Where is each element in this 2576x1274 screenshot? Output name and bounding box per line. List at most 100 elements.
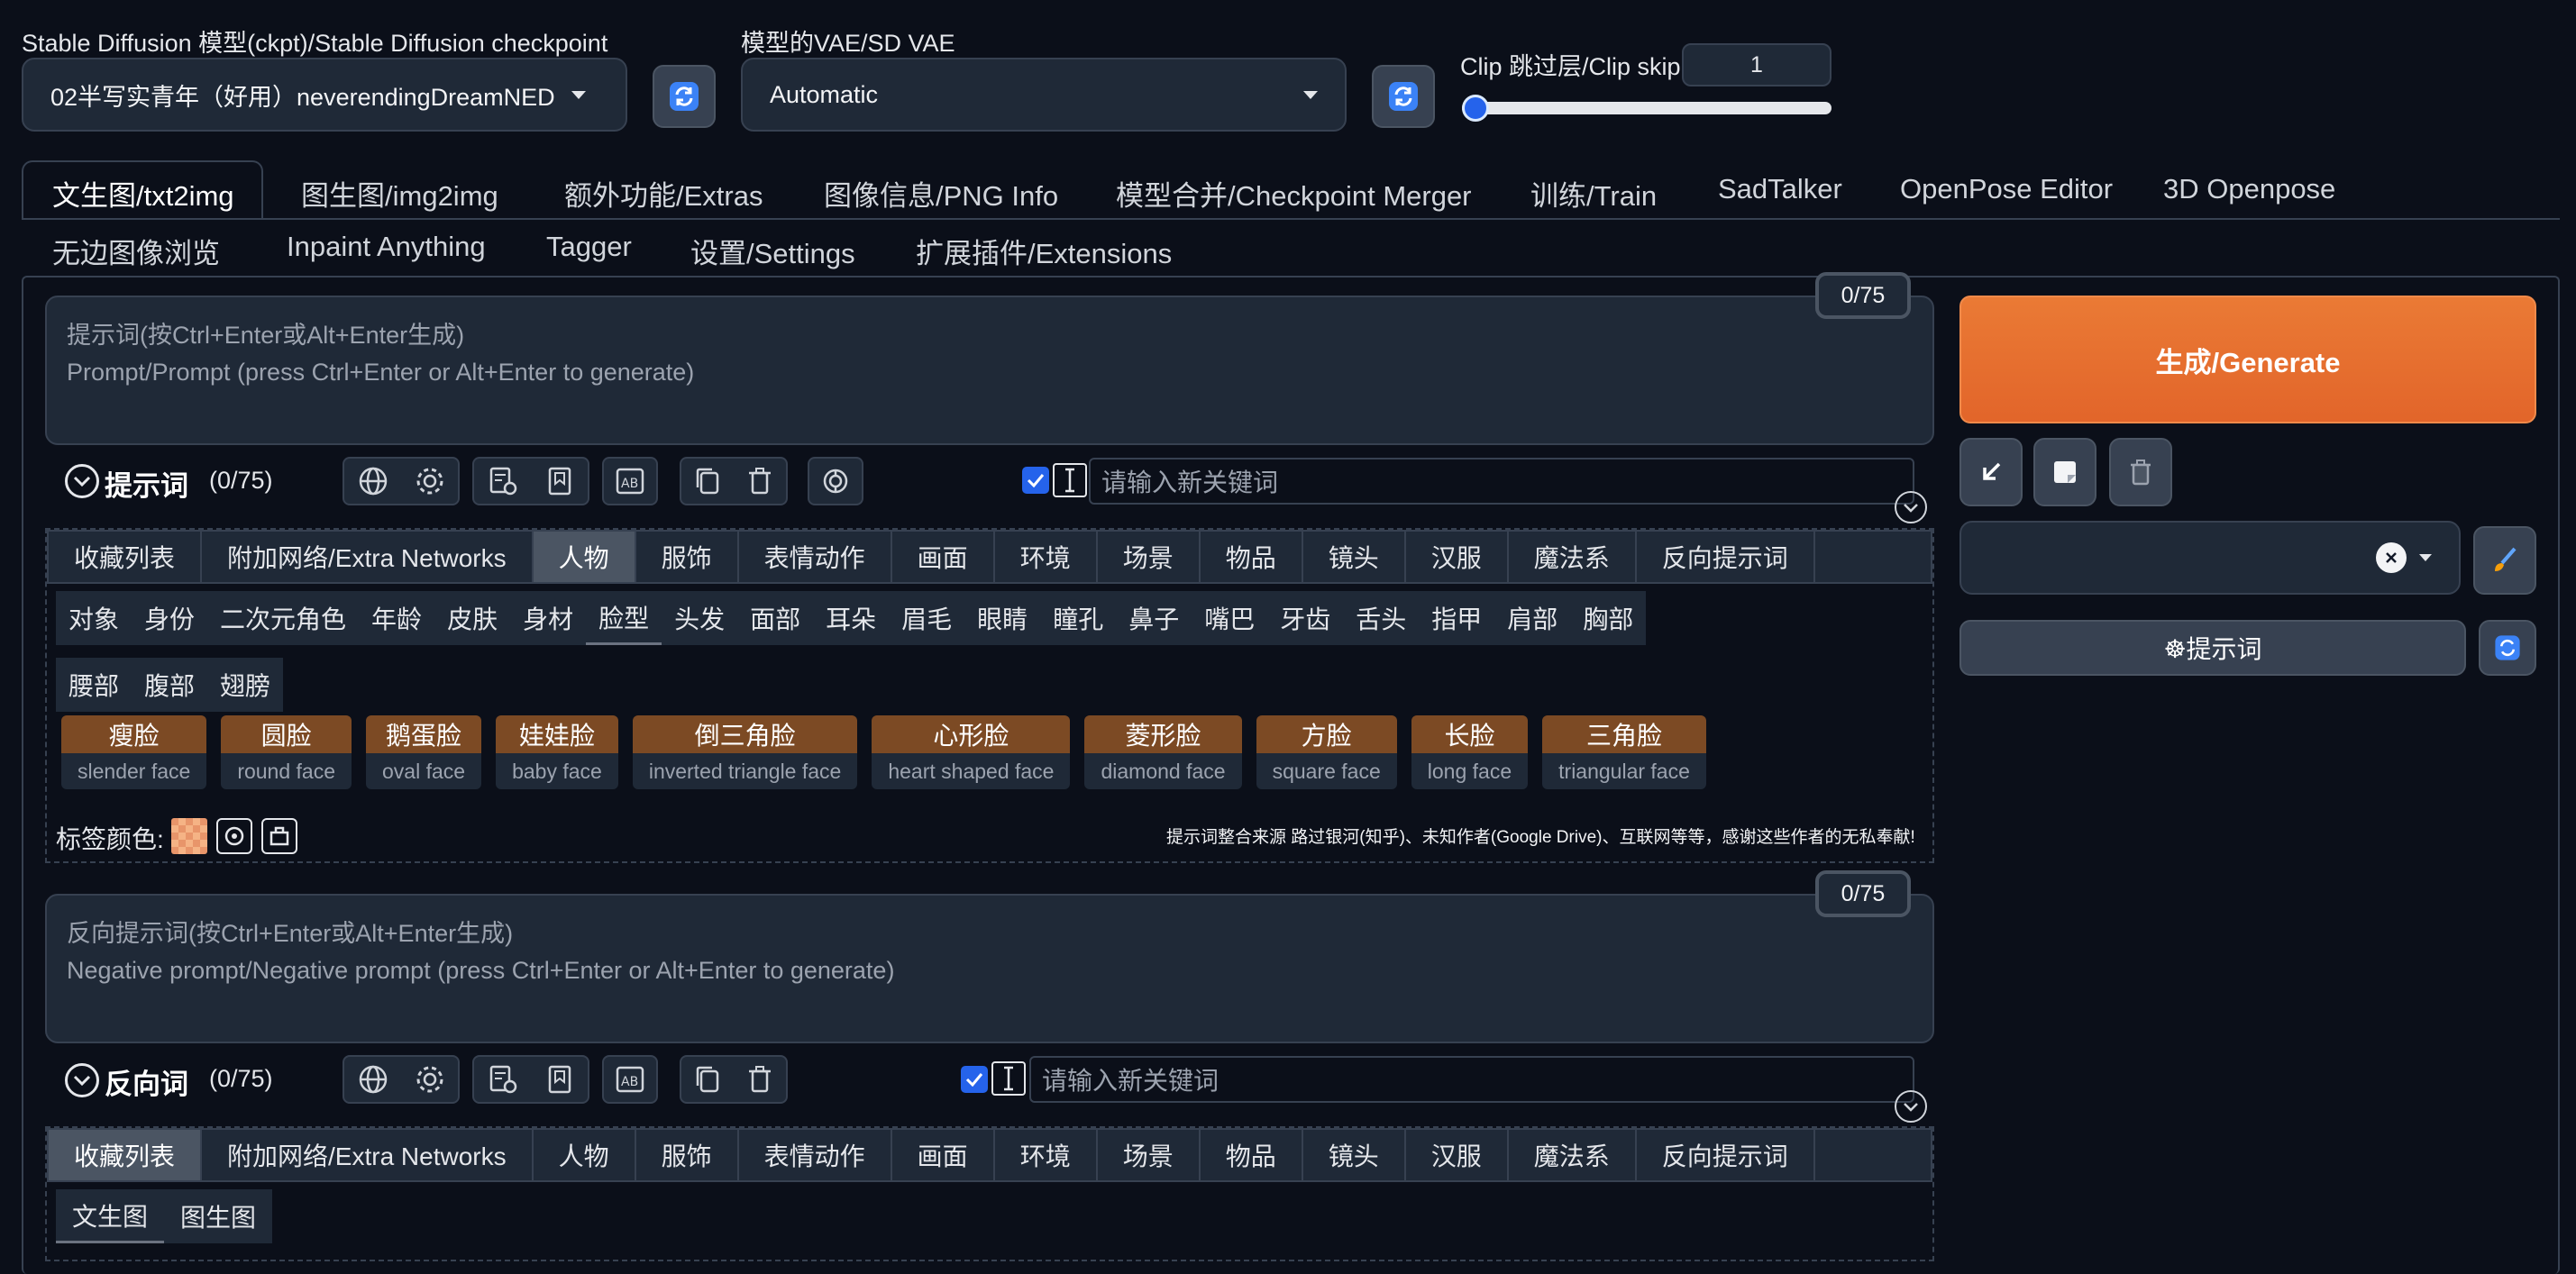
tab-txt2img[interactable]: 文生图/txt2img (52, 173, 234, 214)
tab-extras[interactable]: 额外功能/Extras (564, 173, 763, 214)
subcategory-tab[interactable]: 胸部 (1570, 591, 1647, 645)
tag-card[interactable]: 三角脸 triangular face (1542, 715, 1706, 789)
history-list-icon[interactable] (486, 1062, 520, 1097)
clip-skip-input[interactable]: 1 (1682, 43, 1832, 86)
negative-category-tab[interactable]: 画面 (892, 1130, 995, 1180)
openai-icon[interactable] (818, 464, 853, 498)
text-format-icon[interactable]: AB (613, 1062, 647, 1097)
tab-sadtalker[interactable]: SadTalker (1718, 173, 1842, 205)
keyword-enable-checkbox[interactable] (1022, 467, 1049, 494)
prompt-category-tab[interactable]: 收藏列表 (49, 532, 203, 582)
globe-icon[interactable] (356, 464, 390, 498)
negative-category-tab[interactable]: 服饰 (636, 1130, 739, 1180)
tab-inpaint-anything[interactable]: Inpaint Anything (287, 231, 486, 263)
subcategory-tab[interactable]: 身份 (132, 591, 208, 645)
subcategory-tab[interactable]: 鼻子 (1116, 591, 1192, 645)
prompt-category-tab[interactable]: 反向提示词 (1637, 532, 1815, 582)
tag-card[interactable]: 菱形脸 diamond face (1084, 715, 1242, 789)
bookmark-icon[interactable] (543, 1062, 577, 1097)
negative-subtab-img2img[interactable]: 图生图 (164, 1189, 273, 1243)
edit-styles-button[interactable] (2473, 526, 2536, 595)
subcategory-tab[interactable]: 肩部 (1494, 591, 1571, 645)
tab-3d-openpose[interactable]: 3D Openpose (2163, 173, 2335, 205)
negative-category-tab[interactable]: 魔法系 (1509, 1130, 1637, 1180)
tab-train[interactable]: 训练/Train (1530, 173, 1657, 214)
trash-icon[interactable] (743, 1062, 777, 1097)
clear-button[interactable] (2109, 438, 2172, 506)
text-cursor-icon[interactable] (991, 1061, 1026, 1096)
subcategory-tab[interactable]: 身材 (510, 591, 587, 645)
clip-skip-slider-track[interactable] (1462, 102, 1832, 114)
styles-dropdown[interactable] (1959, 521, 2461, 595)
tag-card[interactable]: 瘦脸 slender face (61, 715, 207, 789)
prompt-textarea[interactable]: 提示词(按Ctrl+Enter或Alt+Enter生成) Prompt/Prom… (45, 296, 1934, 445)
clip-skip-slider-thumb[interactable] (1462, 95, 1489, 122)
tab-tagger[interactable]: Tagger (546, 231, 632, 263)
generate-button[interactable]: 生成/Generate (1959, 296, 2536, 423)
subcategory-tab[interactable]: 皮肤 (434, 591, 511, 645)
prompt-category-tab[interactable]: 镜头 (1303, 532, 1406, 582)
negative-prompt-textarea[interactable]: 反向提示词(按Ctrl+Enter或Alt+Enter生成) Negative … (45, 894, 1934, 1043)
read-params-button[interactable] (1959, 438, 2023, 506)
tab-infinite-image-browsing[interactable]: 无边图像浏览 (52, 231, 220, 271)
negative-expand-keyword-button[interactable] (1895, 1090, 1927, 1123)
negative-category-tab[interactable]: 人物 (534, 1130, 636, 1180)
palette-icon[interactable] (261, 818, 297, 854)
collapse-prompt-toggle[interactable] (65, 464, 99, 498)
clear-selection-icon[interactable] (2376, 542, 2407, 573)
vae-dropdown[interactable]: Automatic (741, 58, 1347, 132)
globe-icon[interactable] (356, 1062, 390, 1097)
subcategory-tab[interactable]: 瞳孔 (1040, 591, 1117, 645)
negative-category-tab[interactable]: 反向提示词 (1637, 1130, 1815, 1180)
tab-img2img[interactable]: 图生图/img2img (301, 173, 498, 214)
gear-icon[interactable] (413, 464, 447, 498)
prompt-category-tab[interactable]: 画面 (892, 532, 995, 582)
tab-extensions[interactable]: 扩展插件/Extensions (916, 231, 1172, 271)
copy-icon[interactable] (690, 464, 725, 498)
reset-color-icon[interactable] (216, 818, 252, 854)
subcategory-tab[interactable]: 年龄 (359, 591, 435, 645)
subcategory-tab[interactable]: 眼睛 (964, 591, 1041, 645)
collapse-negative-toggle[interactable] (65, 1063, 99, 1097)
prompt-category-tab[interactable]: 物品 (1201, 532, 1303, 582)
trash-icon[interactable] (743, 464, 777, 498)
tag-card[interactable]: 倒三角脸 inverted triangle face (632, 715, 858, 789)
subcategory-tab[interactable]: 腹部 (132, 658, 208, 712)
prompt-category-tab[interactable]: 魔法系 (1509, 532, 1637, 582)
tab-openpose-editor[interactable]: OpenPose Editor (1900, 173, 2113, 205)
tag-color-swatch[interactable] (171, 818, 207, 854)
paste-style-button[interactable] (2033, 438, 2096, 506)
subcategory-tab[interactable]: 翅膀 (207, 658, 284, 712)
negative-category-tab[interactable]: 收藏列表 (49, 1130, 203, 1180)
tag-card[interactable]: 方脸 square face (1256, 715, 1397, 789)
bookmark-icon[interactable] (543, 464, 577, 498)
negative-subtab-txt2img[interactable]: 文生图 (56, 1189, 165, 1243)
expand-keyword-button[interactable] (1895, 491, 1927, 523)
text-format-icon[interactable]: AB (613, 464, 647, 498)
tag-card[interactable]: 心形脸 heart shaped face (872, 715, 1071, 789)
subcategory-tab[interactable]: 指甲 (1419, 591, 1495, 645)
negative-category-tab[interactable]: 表情动作 (739, 1130, 892, 1180)
prompt-category-tab[interactable]: 人物 (533, 532, 636, 582)
copy-icon[interactable] (690, 1062, 725, 1097)
subcategory-tab[interactable]: 舌头 (1343, 591, 1420, 645)
negative-category-tab[interactable]: 镜头 (1303, 1130, 1406, 1180)
subcategory-tab[interactable]: 脸型 (586, 591, 662, 645)
subcategory-tab[interactable]: 对象 (56, 591, 132, 645)
negative-category-tab[interactable]: 场景 (1098, 1130, 1201, 1180)
prompt-category-tab[interactable]: 汉服 (1406, 532, 1509, 582)
tab-png-info[interactable]: 图像信息/PNG Info (824, 173, 1058, 214)
subcategory-tab[interactable]: 嘴巴 (1192, 591, 1268, 645)
new-keyword-input[interactable]: 请输入新关键词 (1089, 458, 1914, 505)
tab-settings[interactable]: 设置/Settings (690, 231, 855, 271)
prompt-category-tab[interactable]: 表情动作 (739, 532, 892, 582)
tab-checkpoint-merger[interactable]: 模型合并/Checkpoint Merger (1116, 173, 1472, 214)
gear-icon[interactable] (413, 1062, 447, 1097)
tag-card[interactable]: 鹅蛋脸 oval face (366, 715, 482, 789)
negative-keyword-enable-checkbox[interactable] (961, 1066, 988, 1093)
subcategory-tab[interactable]: 牙齿 (1267, 591, 1344, 645)
refresh-checkpoint-button[interactable] (653, 65, 716, 128)
text-cursor-icon[interactable] (1053, 463, 1087, 497)
tag-card[interactable]: 长脸 long face (1411, 715, 1529, 789)
subcategory-tab[interactable]: 二次元角色 (207, 591, 360, 645)
